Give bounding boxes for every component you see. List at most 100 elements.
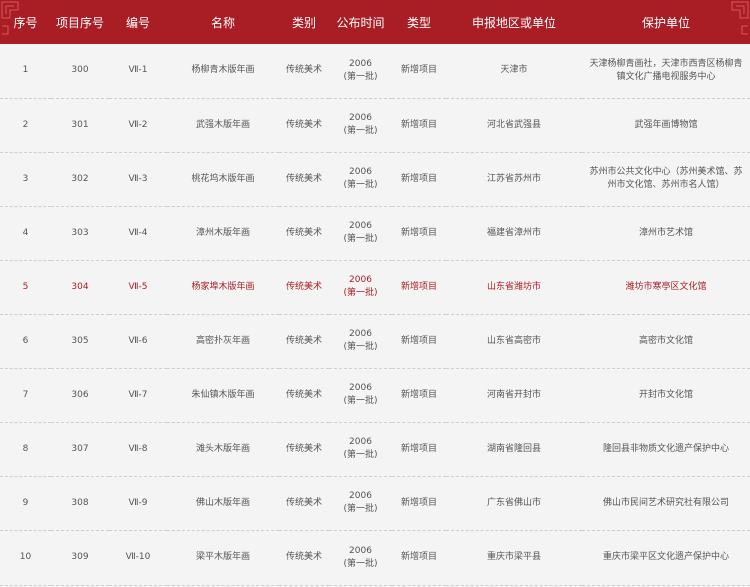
cell-category: 传统美术 bbox=[279, 98, 329, 153]
cell-project-seq: 308 bbox=[51, 476, 109, 531]
cell-name: 杨家埠木版年画 bbox=[167, 260, 279, 315]
col-header-seq: 序号 bbox=[0, 0, 51, 44]
cell-type: 新增项目 bbox=[392, 368, 446, 423]
cell-code: Ⅶ-9 bbox=[109, 476, 167, 531]
cell-code: Ⅶ-6 bbox=[109, 314, 167, 369]
cell-seq: 4 bbox=[0, 206, 51, 261]
publish-batch: (第一批) bbox=[343, 504, 378, 514]
table-row[interactable]: 9 308 Ⅶ-9 佛山木版年画 传统美术 2006 (第一批) 新增项目 广东省… bbox=[0, 476, 750, 531]
cell-publish-time: 2006 (第一批) bbox=[329, 206, 392, 261]
col-header-region: 申报地区或单位 bbox=[446, 0, 582, 44]
cell-seq: 8 bbox=[0, 422, 51, 477]
publish-batch: (第一批) bbox=[343, 342, 378, 352]
cell-project-seq: 302 bbox=[51, 152, 109, 207]
cell-seq: 2 bbox=[0, 98, 51, 153]
cell-project-seq: 303 bbox=[51, 206, 109, 261]
cell-publish-time: 2006 (第一批) bbox=[329, 314, 392, 369]
cell-category: 传统美术 bbox=[279, 260, 329, 315]
cell-publish-time: 2006 (第一批) bbox=[329, 368, 392, 423]
cell-name: 佛山木版年画 bbox=[167, 476, 279, 531]
table-row[interactable]: 3 302 Ⅶ-3 桃花坞木版年画 传统美术 2006 (第一批) 新增项目 江苏… bbox=[0, 152, 750, 207]
cell-region: 河南省开封市 bbox=[446, 368, 582, 423]
table-row[interactable]: 1 300 Ⅶ-1 杨柳青木版年画 传统美术 2006 (第一批) 新增项目 天津… bbox=[0, 44, 750, 99]
table-row[interactable]: 4 303 Ⅶ-4 漳州木版年画 传统美术 2006 (第一批) 新增项目 福建省… bbox=[0, 206, 750, 261]
publish-batch: (第一批) bbox=[343, 126, 378, 136]
publish-year: 2006 bbox=[349, 58, 372, 69]
cell-seq: 6 bbox=[0, 314, 51, 369]
cell-region: 湖南省隆回县 bbox=[446, 422, 582, 477]
cell-name: 武强木版年画 bbox=[167, 98, 279, 153]
publish-batch: (第一批) bbox=[343, 71, 378, 82]
col-header-publish-time: 公布时间 bbox=[329, 0, 392, 44]
publish-year: 2006 bbox=[349, 275, 372, 285]
cell-region: 福建省漳州市 bbox=[446, 206, 582, 261]
table-row[interactable]: 10 309 Ⅶ-10 梁平木版年画 传统美术 2006 (第一批) 新增项目 重… bbox=[0, 530, 750, 586]
cell-type: 新增项目 bbox=[392, 422, 446, 477]
cell-category: 传统美术 bbox=[279, 476, 329, 531]
cell-code: Ⅶ-2 bbox=[109, 98, 167, 153]
cell-seq: 1 bbox=[0, 44, 51, 99]
cell-publish-time: 2006 (第一批) bbox=[329, 44, 392, 99]
publish-batch: (第一批) bbox=[343, 234, 378, 244]
cell-publish-time: 2006 (第一批) bbox=[329, 260, 392, 315]
cell-category: 传统美术 bbox=[279, 206, 329, 261]
cell-code: Ⅶ-1 bbox=[109, 44, 167, 99]
table-row[interactable]: 7 306 Ⅶ-7 朱仙镇木版年画 传统美术 2006 (第一批) 新增项目 河南… bbox=[0, 368, 750, 423]
cell-protection-unit: 天津杨柳青画社，天津市西青区杨柳青镇文化广播电视服务中心 bbox=[582, 44, 750, 99]
cell-category: 传统美术 bbox=[279, 152, 329, 207]
cell-name: 高密扑灰年画 bbox=[167, 314, 279, 369]
cell-protection-unit: 武强年画博物馆 bbox=[582, 98, 750, 153]
cell-region: 山东省潍坊市 bbox=[446, 260, 582, 315]
cell-name: 杨柳青木版年画 bbox=[167, 44, 279, 99]
cell-code: Ⅶ-4 bbox=[109, 206, 167, 261]
cell-category: 传统美术 bbox=[279, 368, 329, 423]
cell-type: 新增项目 bbox=[392, 44, 446, 99]
cell-type: 新增项目 bbox=[392, 476, 446, 531]
cell-region: 重庆市梁平县 bbox=[446, 530, 582, 586]
publish-year: 2006 bbox=[349, 221, 372, 231]
cell-protection-unit: 开封市文化馆 bbox=[582, 368, 750, 423]
publish-batch: (第一批) bbox=[343, 450, 378, 460]
cell-category: 传统美术 bbox=[279, 44, 329, 99]
cell-region: 广东省佛山市 bbox=[446, 476, 582, 531]
publish-year: 2006 bbox=[349, 383, 372, 393]
table-row[interactable]: 2 301 Ⅶ-2 武强木版年画 传统美术 2006 (第一批) 新增项目 河北省… bbox=[0, 98, 750, 153]
cell-region: 山东省高密市 bbox=[446, 314, 582, 369]
cell-protection-unit: 高密市文化馆 bbox=[582, 314, 750, 369]
col-header-category: 类别 bbox=[279, 0, 329, 44]
publish-year: 2006 bbox=[349, 437, 372, 447]
publish-year: 2006 bbox=[349, 329, 372, 339]
cell-seq: 10 bbox=[0, 530, 51, 586]
publish-batch: (第一批) bbox=[343, 288, 378, 298]
publish-year: 2006 bbox=[349, 545, 372, 556]
cell-publish-time: 2006 (第一批) bbox=[329, 476, 392, 531]
cell-project-seq: 304 bbox=[51, 260, 109, 315]
publish-batch: (第一批) bbox=[343, 396, 378, 406]
cell-region: 江苏省苏州市 bbox=[446, 152, 582, 207]
col-header-type: 类型 bbox=[392, 0, 446, 44]
cell-name: 漳州木版年画 bbox=[167, 206, 279, 261]
cell-name: 桃花坞木版年画 bbox=[167, 152, 279, 207]
cell-seq: 9 bbox=[0, 476, 51, 531]
cell-project-seq: 307 bbox=[51, 422, 109, 477]
cell-publish-time: 2006 (第一批) bbox=[329, 530, 392, 586]
cell-publish-time: 2006 (第一批) bbox=[329, 422, 392, 477]
cell-project-seq: 309 bbox=[51, 530, 109, 586]
cell-protection-unit: 漳州市艺术馆 bbox=[582, 206, 750, 261]
table-header-row: 序号 项目序号 编号 名称 类别 公布时间 类型 申报地区或单位 保护单位 bbox=[0, 0, 750, 44]
table-row[interactable]: 8 307 Ⅶ-8 滩头木版年画 传统美术 2006 (第一批) 新增项目 湖南省… bbox=[0, 422, 750, 477]
publish-year: 2006 bbox=[349, 113, 372, 123]
cell-name: 朱仙镇木版年画 bbox=[167, 368, 279, 423]
col-header-project-seq: 项目序号 bbox=[51, 0, 109, 44]
cell-protection-unit: 佛山市民间艺术研究社有限公司 bbox=[582, 476, 750, 531]
cell-project-seq: 300 bbox=[51, 44, 109, 99]
table-row[interactable]: 6 305 Ⅶ-6 高密扑灰年画 传统美术 2006 (第一批) 新增项目 山东省… bbox=[0, 314, 750, 369]
cell-code: Ⅶ-8 bbox=[109, 422, 167, 477]
cell-publish-time: 2006 (第一批) bbox=[329, 98, 392, 153]
corner-ornament-icon bbox=[731, 1, 749, 35]
cell-code: Ⅶ-7 bbox=[109, 368, 167, 423]
cell-publish-time: 2006 (第一批) bbox=[329, 152, 392, 207]
table-row-highlighted[interactable]: 5 304 Ⅶ-5 杨家埠木版年画 传统美术 2006 (第一批) 新增项目 山东… bbox=[0, 260, 750, 315]
cell-project-seq: 305 bbox=[51, 314, 109, 369]
col-header-protection-unit: 保护单位 bbox=[582, 0, 750, 44]
